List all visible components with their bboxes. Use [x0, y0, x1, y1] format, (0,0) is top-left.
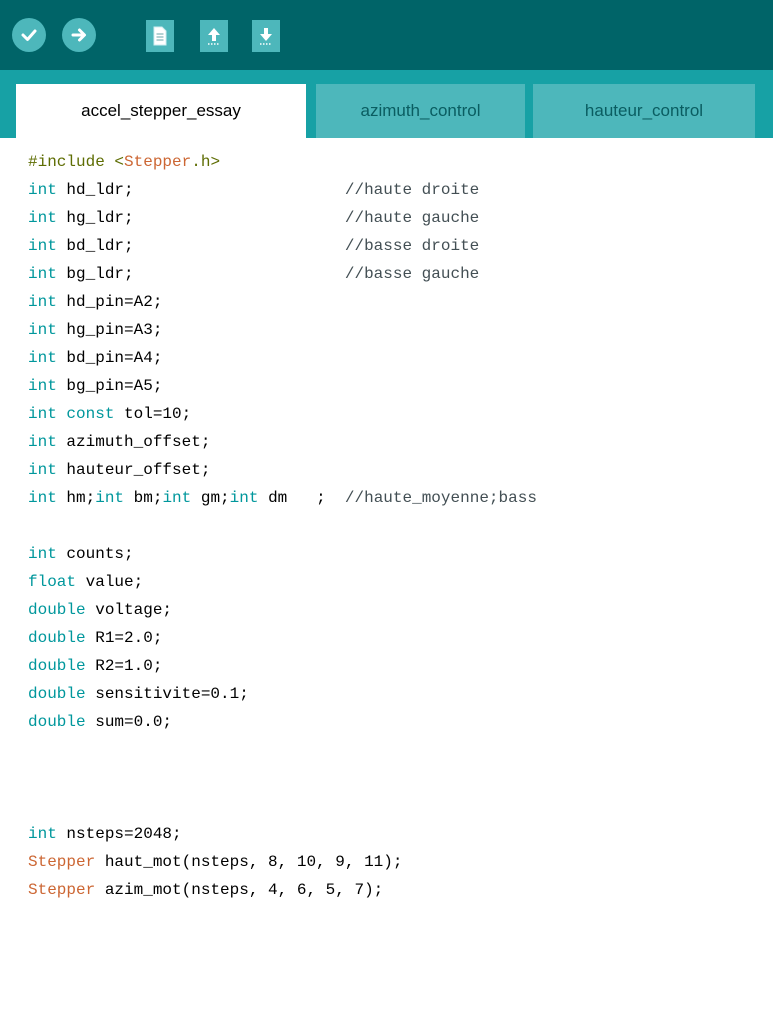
code-line: double R1=2.0; [28, 629, 163, 647]
code-line: double R2=1.0; [28, 657, 163, 675]
code-line: int nsteps=2048; [28, 825, 182, 843]
upload-button[interactable] [62, 18, 96, 52]
verify-button[interactable] [12, 18, 46, 52]
code-line: int hd_ldr; //haute droite [28, 181, 480, 199]
toolbar [0, 0, 773, 70]
code-line: int hg_ldr; //haute gauche [28, 209, 480, 227]
code-line: int azimuth_offset; [28, 433, 211, 451]
code-line: int counts; [28, 545, 134, 563]
tab-accel-stepper-essay[interactable]: accel_stepper_essay [16, 84, 306, 138]
code-line: int bg_pin=A5; [28, 377, 163, 395]
open-upload-icon [208, 28, 220, 45]
code-line: int hg_pin=A3; [28, 321, 163, 339]
checkmark-icon [21, 29, 37, 41]
tab-label: accel_stepper_essay [81, 101, 241, 120]
tab-bar: accel_stepper_essay azimuth_control haut… [0, 70, 773, 138]
code-line: Stepper azim_mot(nsteps, 4, 6, 5, 7); [28, 881, 384, 899]
tab-label: azimuth_control [360, 101, 481, 120]
tab-label: hauteur_control [584, 101, 704, 120]
code-line: int bd_pin=A4; [28, 349, 163, 367]
open-button[interactable] [200, 20, 228, 52]
save-button[interactable] [252, 20, 280, 52]
code-editor[interactable]: #include <Stepper.h> int hd_ldr; //haute… [0, 138, 773, 1024]
code-line: int hm;int bm;int gm;int dm ; //haute_mo… [28, 489, 537, 507]
new-file-icon [153, 26, 167, 46]
save-download-icon [260, 28, 272, 45]
code-line: double sum=0.0; [28, 713, 173, 731]
tab-azimuth-control[interactable]: azimuth_control [316, 84, 525, 138]
code-line: int bg_ldr; //basse gauche [28, 265, 480, 283]
arrow-right-icon [71, 28, 86, 42]
code-line: float value; [28, 573, 144, 591]
code-line: int const tol=10; [28, 405, 192, 423]
code-line: int hauteur_offset; [28, 461, 211, 479]
code-line: Stepper haut_mot(nsteps, 8, 10, 9, 11); [28, 853, 403, 871]
code-line: int bd_ldr; //basse droite [28, 237, 480, 255]
code-line: double sensitivite=0.1; [28, 685, 249, 703]
code-line: double voltage; [28, 601, 173, 619]
new-button[interactable] [146, 20, 174, 52]
code-line: int hd_pin=A2; [28, 293, 163, 311]
tab-hauteur-control[interactable]: hauteur_control [533, 84, 755, 138]
code-line: #include <Stepper.h> [28, 153, 221, 171]
